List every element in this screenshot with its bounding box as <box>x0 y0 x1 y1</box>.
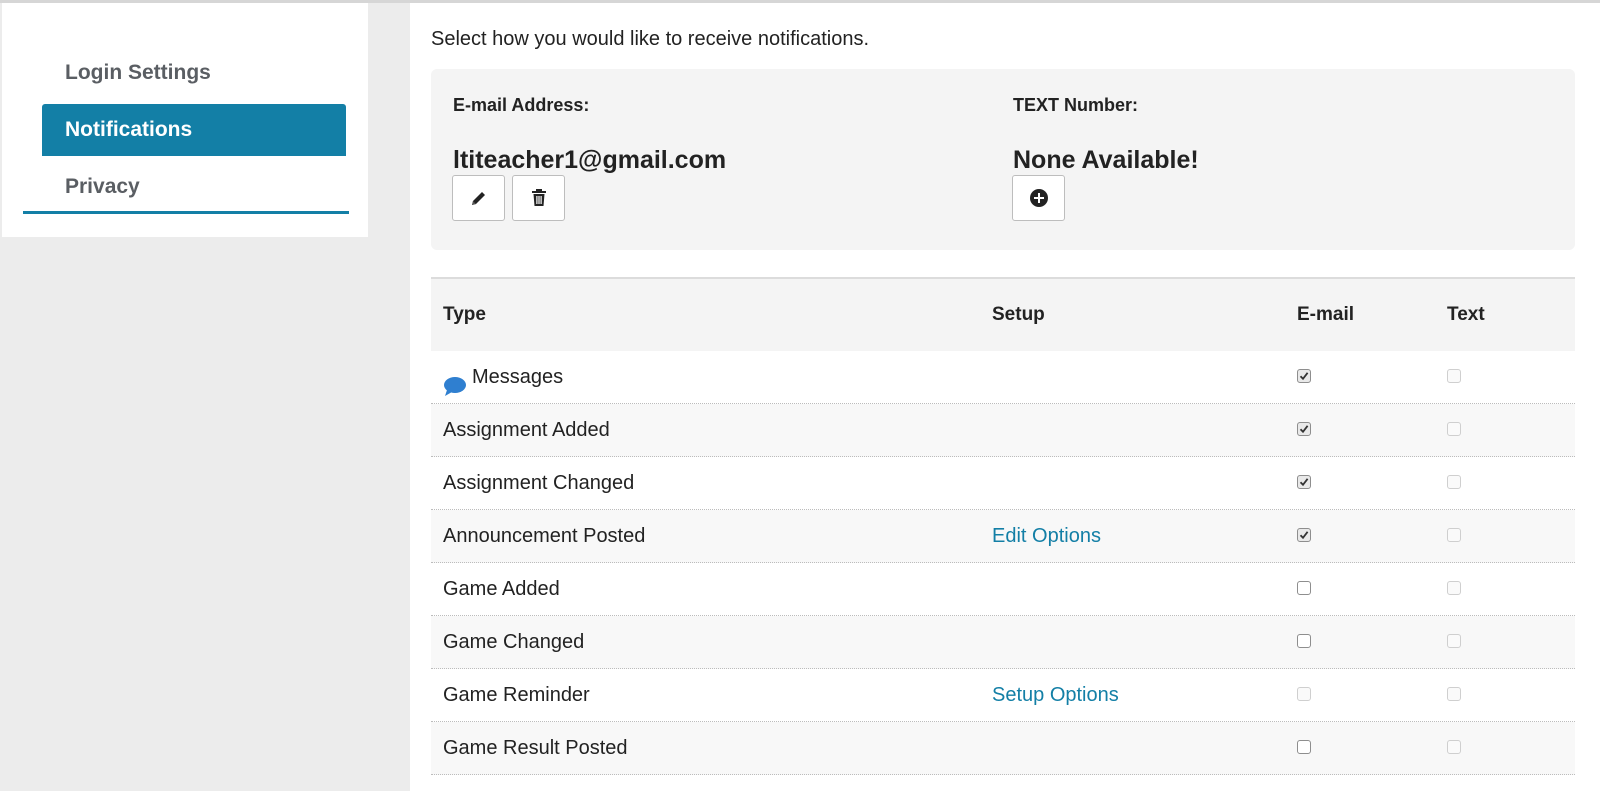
column-header-text: Text <box>1447 304 1485 325</box>
type-label: Messages <box>472 366 564 388</box>
sidebar-item-privacy[interactable]: Privacy <box>42 161 346 213</box>
sidebar-item-notifications[interactable]: Notifications <box>42 104 346 156</box>
text-number-value: None Available! <box>1013 146 1199 174</box>
email-checkbox[interactable] <box>1297 528 1311 542</box>
pencil-icon <box>470 189 488 207</box>
text-checkbox <box>1447 422 1461 436</box>
text-checkbox <box>1447 687 1461 701</box>
text-checkbox <box>1447 634 1461 648</box>
email-checkbox[interactable] <box>1297 475 1311 489</box>
setup-options-link[interactable]: Setup Options <box>992 669 1119 721</box>
type-cell: Game Added <box>443 563 560 615</box>
add-text-number-button[interactable] <box>1012 175 1065 221</box>
table-row: Game Changed <box>431 616 1575 669</box>
email-checkbox[interactable] <box>1297 369 1311 383</box>
text-checkbox <box>1447 581 1461 595</box>
table-row: Messages <box>431 351 1575 404</box>
table-row: Game Result Posted <box>431 722 1575 775</box>
edit-email-button[interactable] <box>452 175 505 221</box>
email-checkbox[interactable] <box>1297 581 1311 595</box>
column-header-setup: Setup <box>992 304 1045 325</box>
type-label: Game Result Posted <box>443 737 628 759</box>
table-row: Assignment Added <box>431 404 1575 457</box>
email-checkbox[interactable] <box>1297 740 1311 754</box>
settings-sidebar: Login Settings Notifications Privacy <box>2 3 368 237</box>
email-checkbox[interactable] <box>1297 422 1311 436</box>
table-row: Assignment Changed <box>431 457 1575 510</box>
table-header: Type Setup E-mail Text <box>431 279 1575 351</box>
table-body: Messages Assignment Added Assignment Chang… <box>431 351 1575 775</box>
text-checkbox <box>1447 475 1461 489</box>
type-label: Game Reminder <box>443 684 590 706</box>
type-label: Announcement Posted <box>443 525 646 547</box>
type-label: Game Added <box>443 578 560 600</box>
delete-email-button[interactable] <box>512 175 565 221</box>
type-label: Assignment Added <box>443 419 610 441</box>
text-number-label: TEXT Number: <box>1013 95 1139 115</box>
email-checkbox[interactable] <box>1297 634 1311 648</box>
setup-options-link[interactable]: Edit Options <box>992 510 1101 562</box>
notification-types-table: Type Setup E-mail Text Messages Assignmen… <box>431 277 1575 775</box>
text-checkbox <box>1447 740 1461 754</box>
text-checkbox <box>1447 528 1461 542</box>
type-cell: Assignment Changed <box>443 457 634 509</box>
notifications-panel: Select how you would like to receive not… <box>410 3 1600 791</box>
type-cell: Game Result Posted <box>443 722 628 774</box>
table-row: Announcement Posted Edit Options <box>431 510 1575 563</box>
trash-icon <box>531 189 547 207</box>
type-label: Assignment Changed <box>443 472 635 494</box>
email-address-value: ltiteacher1@gmail.com <box>453 146 727 174</box>
plus-circle-icon <box>1029 188 1049 208</box>
column-header-email: E-mail <box>1297 304 1355 325</box>
type-cell: Game Changed <box>443 616 584 668</box>
column-header-type: Type <box>443 304 486 325</box>
type-cell: Messages <box>443 351 563 403</box>
email-address-label: E-mail Address: <box>453 95 590 115</box>
type-cell: Assignment Added <box>443 404 610 456</box>
chat-bubble-icon <box>443 366 467 396</box>
type-cell: Announcement Posted <box>443 510 645 562</box>
table-row: Game Added <box>431 563 1575 616</box>
email-checkbox <box>1297 687 1311 701</box>
contact-methods-box: E-mail Address: ltiteacher1@gmail.com TE… <box>431 69 1575 250</box>
sidebar-underline <box>23 211 349 214</box>
table-row: Game Reminder Setup Options <box>431 669 1575 722</box>
sidebar-item-login-settings[interactable]: Login Settings <box>42 47 346 99</box>
text-checkbox <box>1447 369 1461 383</box>
type-cell: Game Reminder <box>443 669 590 721</box>
type-label: Game Changed <box>443 631 585 653</box>
intro-text: Select how you would like to receive not… <box>431 28 870 50</box>
